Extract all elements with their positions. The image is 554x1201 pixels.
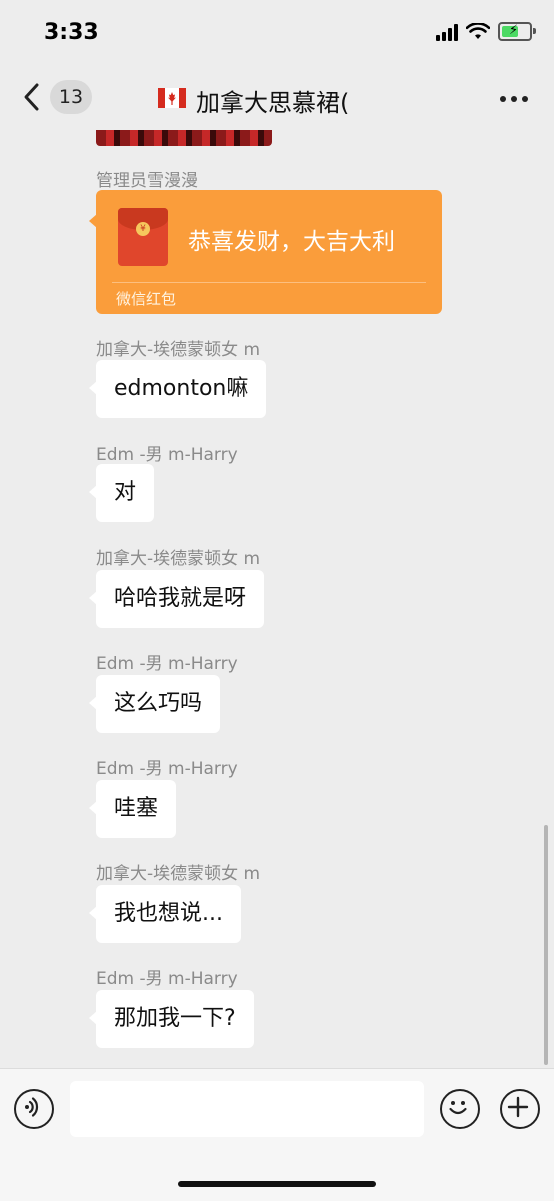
home-indicator[interactable]: [178, 1181, 376, 1187]
more-options-icon[interactable]: [500, 96, 528, 102]
status-icons: ⚡: [436, 22, 536, 41]
red-packet-label: 微信红包: [116, 290, 177, 308]
battery-charging-icon: ⚡: [498, 22, 536, 41]
smiley-icon: [448, 1100, 467, 1114]
plus-icon: [507, 1096, 528, 1117]
canada-flag-icon: [158, 88, 186, 108]
chat-header: 13 加拿大思慕裙(: [0, 68, 554, 130]
message-sender: 加拿大-埃德蒙顿女 m: [96, 340, 261, 360]
message-bubble[interactable]: 这么巧吗: [88, 675, 221, 733]
cellular-signal-icon: [436, 23, 458, 41]
emoji-button[interactable]: [440, 1089, 480, 1129]
more-actions-button[interactable]: [500, 1089, 540, 1129]
chat-title: 加拿大思慕裙(: [196, 89, 350, 117]
message-sender: Edm -男 m-Harry: [96, 759, 238, 779]
message-sender: 加拿大-埃德蒙顿女 m: [96, 864, 261, 884]
input-bar: [0, 1068, 554, 1201]
message-bubble[interactable]: 我也想说...: [89, 885, 241, 943]
message-bubble[interactable]: 对: [88, 464, 155, 522]
red-packet-greeting: 恭喜发财，大吉大利: [188, 229, 395, 255]
message-bubble[interactable]: 哈哈我就是呀: [88, 570, 265, 628]
message-input[interactable]: [70, 1081, 424, 1137]
unread-count-badge[interactable]: 13: [50, 80, 92, 114]
status-time: 3:33: [44, 20, 99, 45]
status-bar: 3:33 ⚡: [0, 0, 554, 68]
message-list[interactable]: 管理员雪漫漫 ¥ 恭喜发财，大吉大利 微信红包 加拿大-埃德蒙顿女 m edmo…: [0, 130, 554, 1068]
message-sender: Edm -男 m-Harry: [96, 445, 238, 465]
red-packet-divider: [112, 282, 426, 283]
back-chevron-icon[interactable]: [20, 82, 44, 112]
message-sender: 加拿大-埃德蒙顿女 m: [96, 549, 261, 569]
wifi-icon: [466, 22, 490, 39]
message-sender: Edm -男 m-Harry: [96, 654, 238, 674]
message-bubble[interactable]: 哇塞: [88, 780, 177, 838]
image-message-fragment[interactable]: [96, 130, 272, 146]
voice-icon: [24, 1096, 38, 1117]
message-sender: 管理员雪漫漫: [96, 171, 198, 191]
message-bubble[interactable]: edmonton嘛: [88, 360, 267, 418]
red-packet-message[interactable]: ¥ 恭喜发财，大吉大利 微信红包: [89, 190, 442, 314]
voice-input-button[interactable]: [14, 1089, 54, 1129]
red-envelope-icon: ¥: [118, 208, 168, 266]
message-sender: Edm -男 m-Harry: [96, 969, 238, 989]
message-bubble[interactable]: 那加我一下?: [89, 990, 254, 1048]
scroll-indicator[interactable]: [544, 825, 548, 1065]
